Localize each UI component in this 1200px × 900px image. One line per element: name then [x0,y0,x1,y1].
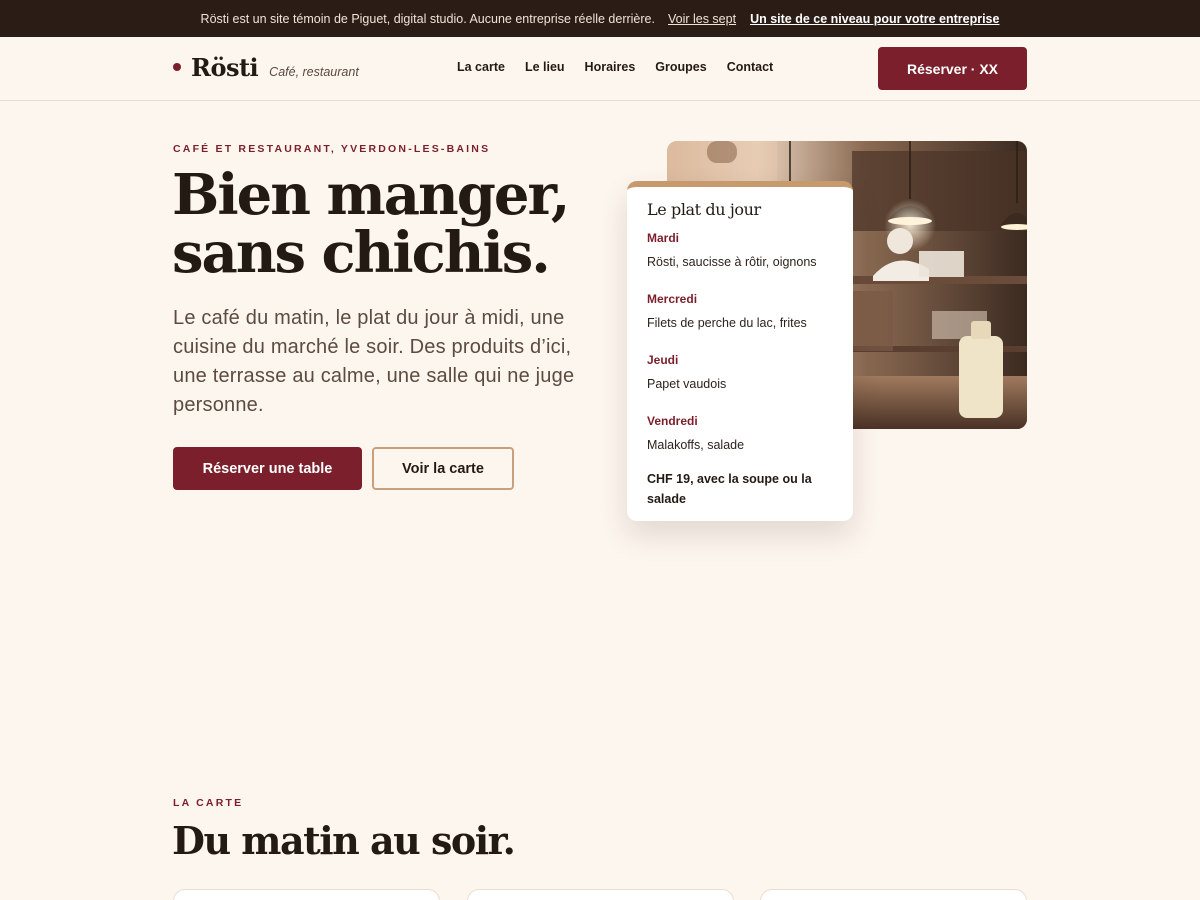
daily-dish-name: Rösti, saucisse à rôtir, oignons [647,255,817,269]
daily-dish-day: Mardi [647,231,680,245]
reserve-table-button[interactable]: Réserver une table [173,447,362,490]
nav-item-contact[interactable]: Contact [727,60,774,74]
daily-dish-item: Mercredi Filets de perche du lac, frites [647,292,833,330]
hero-title-line-1: Bien manger, [172,162,570,228]
nav-item-horaires[interactable]: Horaires [585,60,636,74]
daily-dish-day: Mercredi [647,292,698,306]
daily-dish-title: Le plat du jour [647,200,761,219]
daily-dish-item: Vendredi Malakoffs, salade [647,414,833,452]
carte-title: Du matin au soir. [172,818,516,863]
site-header: Rösti Café, restaurant La carte Le lieu … [0,37,1200,101]
see-menu-button[interactable]: Voir la carte [372,447,514,490]
carte-eyebrow: LA CARTE [173,797,244,809]
reserve-header-button[interactable]: Réserver · XX [878,47,1027,90]
hero-eyebrow: CAFÉ ET RESTAURANT, YVERDON-LES-BAINS [173,143,491,155]
daily-dish-item: Jeudi Papet vaudois [647,353,833,391]
daily-dish-price: CHF 19, avec la soupe ou la salade [647,472,812,506]
hero-title-line-2: sans chichis. [172,220,551,286]
demo-banner-message: Rösti est un site témoin de Piguet, digi… [200,11,655,26]
brand-tagline: Café, restaurant [269,65,359,79]
menu-card[interactable] [760,889,1027,900]
hero-lead: Le café du matin, le plat du jour à midi… [173,307,575,416]
menu-card[interactable] [173,889,440,900]
daily-dish-day: Jeudi [647,353,679,367]
daily-dish-name: Malakoffs, salade [647,438,745,452]
nav-item-la-carte[interactable]: La carte [457,60,505,74]
daily-dish-card: Le plat du jour Mardi Rösti, saucisse à … [627,181,853,521]
daily-dish-item: Mardi Rösti, saucisse à rôtir, oignons [647,231,833,269]
see-seven-link[interactable]: Voir les sept [668,12,736,26]
daily-dish-day: Vendredi [647,414,698,428]
main-nav: La carte Le lieu Horaires Groupes Contac… [457,60,773,74]
site-offer-link[interactable]: Un site de ce niveau pour votre entrepri… [750,12,999,26]
nav-item-le-lieu[interactable]: Le lieu [525,60,565,74]
menu-card[interactable] [467,889,734,900]
brand-dot-icon [173,63,181,71]
hero-title: Bien manger, sans chichis. [172,166,612,282]
brand-name: Rösti [191,53,259,82]
daily-dish-name: Filets de perche du lac, frites [647,316,807,330]
daily-dish-name: Papet vaudois [647,377,727,391]
demo-banner: Rösti est un site témoin de Piguet, digi… [0,0,1200,37]
nav-item-groupes[interactable]: Groupes [655,60,706,74]
brand-logo[interactable]: Rösti Café, restaurant [173,53,359,82]
